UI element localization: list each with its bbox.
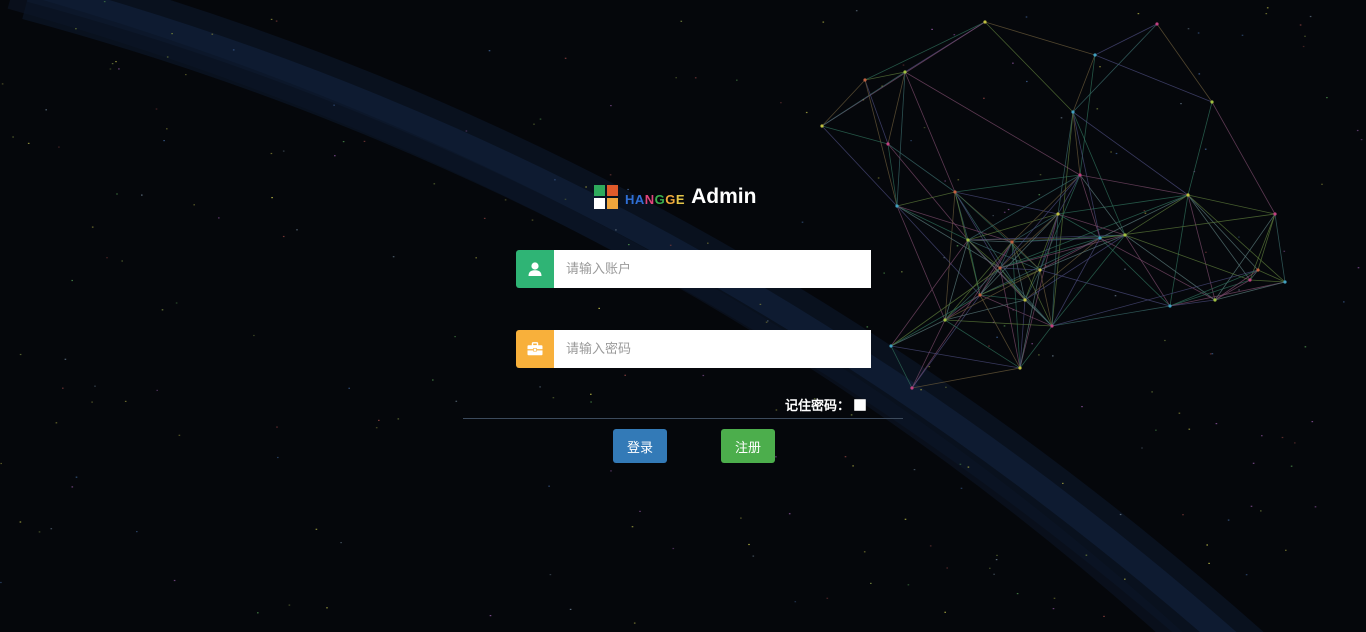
user-icon xyxy=(516,250,554,288)
password-input[interactable] xyxy=(554,330,871,368)
password-field xyxy=(516,330,871,368)
logo-brand-letter: E xyxy=(675,191,686,207)
register-button[interactable]: 注册 xyxy=(721,429,775,463)
logo-mark-icon xyxy=(594,185,618,209)
logo-title: Admin xyxy=(691,185,757,208)
remember-password-label: 记住密码： xyxy=(784,399,850,414)
account-field xyxy=(516,250,871,288)
account-input[interactable] xyxy=(554,250,871,288)
logo-brand-letter: H xyxy=(625,191,635,207)
logo-brand-text: HANGGE xyxy=(625,192,685,207)
logo-brand-letter: N xyxy=(644,191,655,207)
briefcase-icon xyxy=(516,330,554,368)
logo-brand-letter: G xyxy=(665,191,676,207)
login-button[interactable]: 登录 xyxy=(613,429,667,463)
remember-password[interactable]: 记住密码： xyxy=(785,395,866,414)
background-canvas xyxy=(0,0,1366,632)
divider xyxy=(463,418,903,419)
logo-brand-letter: G xyxy=(654,191,666,207)
remember-password-checkbox[interactable] xyxy=(854,398,866,411)
logo: HANGGE Admin xyxy=(594,184,756,210)
logo-brand-letter: A xyxy=(634,191,645,207)
